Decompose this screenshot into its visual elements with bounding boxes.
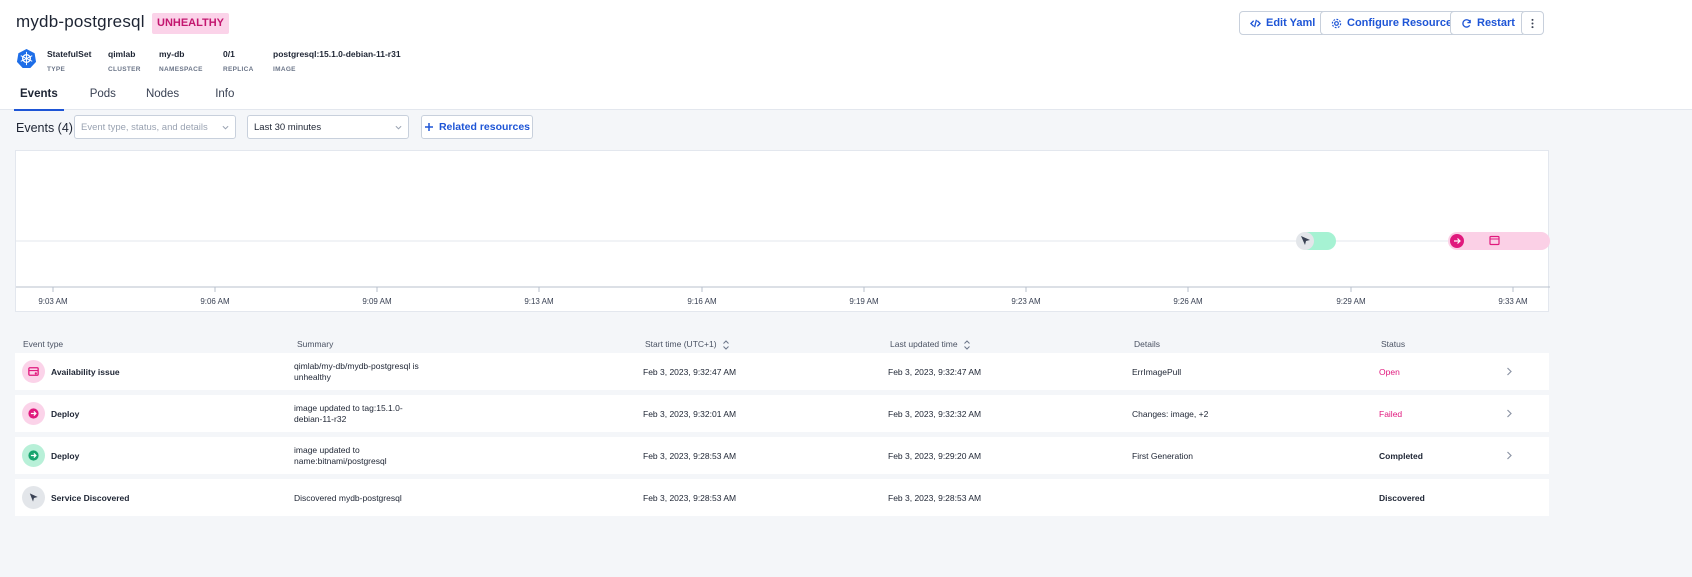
events-timeline[interactable]: 9:03 AM 9:06 AM 9:09 AM 9:13 AM 9:16 AM … (15, 150, 1550, 312)
tab-pods[interactable]: Pods (84, 82, 122, 110)
event-updated-time: Feb 3, 2023, 9:29:20 AM (888, 451, 982, 461)
tick-label: 9:16 AM (687, 297, 717, 306)
deploy-failed-icon (22, 402, 45, 425)
tick-label: 9:23 AM (1011, 297, 1041, 306)
event-details: First Generation (1132, 451, 1193, 461)
time-range-select[interactable]: Last 30 minutes (247, 115, 409, 139)
status-open: Open (1379, 367, 1400, 377)
meta-cluster: qimlab CLUSTER (108, 49, 141, 73)
tick-label: 9:06 AM (200, 297, 230, 306)
event-type: Deploy (51, 451, 80, 461)
table-row[interactable]: Deploy image updated to name:bitnami/pos… (15, 437, 1549, 474)
event-summary-line: name:bitnami/postgresql (294, 456, 387, 466)
event-summary-line: debian-11-r32 (294, 414, 347, 424)
event-summary: qimlab/my-db/mydb-postgresql is unhealth… (294, 361, 419, 382)
more-vertical-icon (1531, 18, 1534, 28)
gear-icon (1331, 18, 1342, 28)
event-type: Service Discovered (51, 493, 130, 503)
meta-image: postgresql:15.1.0-debian-11-r31 IMAGE (273, 49, 401, 73)
tab-info[interactable]: Info (209, 82, 240, 110)
events-table: Event type Summary Start time (UTC+1) La… (15, 334, 1549, 521)
kubernetes-statefulset-icon (16, 48, 37, 69)
chevron-right-icon[interactable] (1506, 451, 1513, 460)
code-icon (1250, 19, 1261, 27)
event-start-time: Feb 3, 2023, 9:28:53 AM (643, 493, 737, 503)
table-row[interactable]: Deploy image updated to tag:15.1.0- debi… (15, 395, 1549, 432)
chevron-down-icon (395, 125, 402, 130)
event-type: Deploy (51, 409, 80, 419)
event-filter-placeholder: Event type, status, and details (81, 121, 208, 133)
tab-nodes[interactable]: Nodes (140, 82, 185, 110)
event-summary: image updated to tag:15.1.0- debian-11-r… (294, 403, 403, 424)
column-header-summary: Summary (297, 339, 334, 349)
tick-label: 9:09 AM (362, 297, 392, 306)
event-type: Availability issue (51, 367, 120, 377)
edit-yaml-label: Edit Yaml (1266, 17, 1316, 29)
related-resources-label: Related resources (438, 121, 531, 133)
tick-label: 9:13 AM (524, 297, 554, 306)
event-updated-time: Feb 3, 2023, 9:32:47 AM (888, 367, 982, 377)
event-start-time: Feb 3, 2023, 9:32:47 AM (643, 367, 737, 377)
edit-yaml-button[interactable]: Edit Yaml (1239, 11, 1327, 35)
sort-icon (723, 340, 729, 350)
event-summary-line: qimlab/my-db/mydb-postgresql is (294, 361, 419, 371)
event-filter-input[interactable]: Event type, status, and details (74, 115, 236, 139)
event-updated-time: Feb 3, 2023, 9:32:32 AM (888, 409, 982, 419)
table-row[interactable]: Availability issue qimlab/my-db/mydb-pos… (15, 353, 1549, 390)
table-header: Event type Summary Start time (UTC+1) La… (15, 334, 1549, 353)
refresh-icon (1462, 18, 1471, 28)
service-discovered-icon (22, 486, 45, 509)
more-options-button[interactable] (1521, 11, 1544, 35)
status-discovered: Discovered (1379, 493, 1425, 503)
tab-events[interactable]: Events (14, 82, 64, 111)
status-completed: Completed (1379, 451, 1423, 461)
column-header-start-time-label: Start time (UTC+1) (645, 339, 717, 349)
related-resources-button[interactable]: Related resources (421, 115, 533, 139)
event-details: ErrImagePull (1132, 367, 1182, 377)
configure-resources-button[interactable]: Configure Resources (1320, 11, 1470, 35)
event-updated-time: Feb 3, 2023, 9:28:53 AM (888, 493, 982, 503)
tick-label: 9:26 AM (1173, 297, 1203, 306)
tick-label: 9:33 AM (1498, 297, 1528, 306)
time-range-value: Last 30 minutes (254, 121, 322, 133)
tick-label: 9:03 AM (38, 297, 68, 306)
deploy-completed-icon (22, 444, 45, 467)
meta-namespace: my-db NAMESPACE (159, 49, 203, 73)
tab-bar: Events Pods Nodes Info (14, 82, 260, 111)
column-header-start-time[interactable]: Start time (UTC+1) (645, 339, 729, 350)
chevron-right-icon[interactable] (1506, 367, 1513, 376)
event-summary-line: image updated to (294, 445, 360, 455)
meta-type: StatefulSet TYPE (47, 49, 92, 73)
tick-label: 9:29 AM (1336, 297, 1366, 306)
resource-header: mydb-postgresql UNHEALTHY Edit Yaml Conf… (0, 0, 1692, 111)
event-summary: image updated to name:bitnami/postgresql (294, 445, 387, 466)
status-badge: UNHEALTHY (152, 13, 230, 34)
page-title: mydb-postgresql (16, 12, 145, 31)
event-summary-line: image updated to tag:15.1.0- (294, 403, 403, 413)
event-start-time: Feb 3, 2023, 9:32:01 AM (643, 409, 737, 419)
status-failed: Failed (1379, 409, 1403, 419)
event-start-time: Feb 3, 2023, 9:28:53 AM (643, 451, 737, 461)
column-header-details: Details (1134, 339, 1160, 349)
column-header-status: Status (1381, 339, 1406, 349)
restart-label: Restart (1477, 17, 1515, 29)
restart-button[interactable]: Restart (1450, 11, 1526, 35)
event-summary-line: unhealthy (294, 372, 331, 382)
chevron-right-icon[interactable] (1506, 409, 1513, 418)
column-header-event-type: Event type (23, 339, 64, 349)
table-row: Service Discovered Discovered mydb-postg… (15, 479, 1549, 516)
availability-issue-icon (22, 360, 45, 383)
column-header-last-updated[interactable]: Last updated time (890, 339, 970, 350)
meta-replica: 0/1 REPLICA (223, 49, 254, 73)
timeline-chart: 9:03 AM 9:06 AM 9:09 AM 9:13 AM 9:16 AM … (16, 232, 1550, 306)
column-header-last-updated-label: Last updated time (890, 339, 958, 349)
event-details: Changes: image, +2 (1132, 409, 1209, 419)
sort-icon (964, 340, 970, 350)
plus-icon (424, 123, 433, 131)
event-summary: Discovered mydb-postgresql (294, 493, 402, 503)
configure-resources-label: Configure Resources (1347, 17, 1459, 29)
events-count-title: Events (4) (16, 121, 73, 135)
tick-label: 9:19 AM (849, 297, 879, 306)
chevron-down-icon (222, 125, 229, 130)
